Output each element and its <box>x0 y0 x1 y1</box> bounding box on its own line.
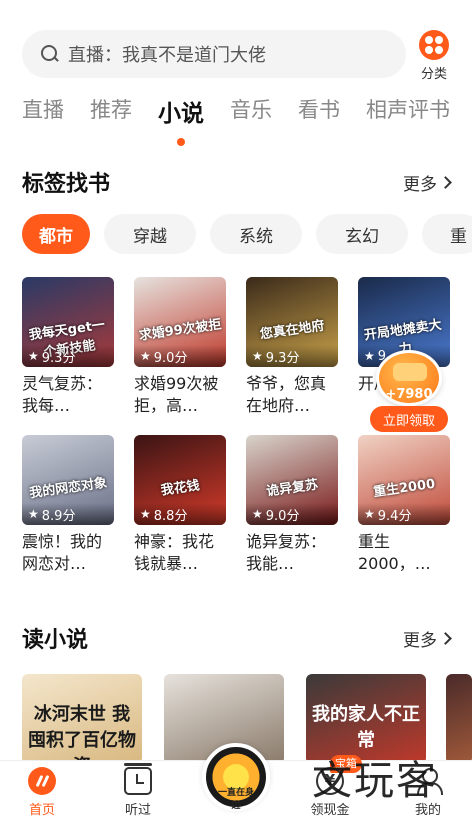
category-icon <box>419 30 449 60</box>
book-card[interactable]: 我的网恋对象 ★ 8.9分 震惊！我的网恋对… <box>22 435 114 575</box>
chip-rebirth[interactable]: 重 <box>422 214 472 254</box>
rating-value: 9.3分 <box>41 350 76 366</box>
rating-value: 8.8分 <box>153 508 188 524</box>
book-cover: 重生2000 ★ 9.4分 <box>358 435 450 525</box>
category-label: 分类 <box>420 67 447 82</box>
book-cover: 您真在地府 ★ 9.3分 <box>246 277 338 367</box>
history-icon <box>124 763 152 795</box>
rating-value: 9.4分 <box>377 508 412 524</box>
coin-wave <box>393 363 427 381</box>
tab-read-books[interactable]: 看书 <box>298 94 340 134</box>
nav-home-label: 首页 <box>28 803 55 818</box>
search-row: 直播：我真不是道门大佬 分类 <box>0 28 472 84</box>
star-icon: ★ <box>252 349 263 363</box>
book-cover: 我的网恋对象 ★ 8.9分 <box>22 435 114 525</box>
book-rating: ★ 8.8分 <box>134 503 226 525</box>
home-icon <box>28 767 56 795</box>
book-rating: ★ 9.4分 <box>358 503 450 525</box>
active-tab-indicator <box>177 138 185 146</box>
reward-promo[interactable]: +7980 立即领取 <box>368 350 450 434</box>
book-title: 灵气复苏：我每… <box>22 374 103 415</box>
star-icon: ★ <box>364 507 375 521</box>
tab-live[interactable]: 直播 <box>22 94 64 134</box>
nav-history[interactable]: 听过 <box>108 763 168 818</box>
star-icon: ★ <box>28 507 39 521</box>
watermark: 文玩客 <box>312 758 438 804</box>
book-title: 求婚99次被拒，高… <box>134 374 219 415</box>
chevron-right-icon <box>439 176 452 189</box>
book-cover: 求婚99次被拒 ★ 9.0分 <box>134 277 226 367</box>
novel-cover-title: 冰河末世 我囤积了百亿物资 <box>28 704 136 764</box>
chip-time-travel[interactable]: 穿越 <box>104 214 196 254</box>
tag-more-label: 更多 <box>403 175 437 195</box>
book-card[interactable]: 诡异复苏 ★ 9.0分 诡异复苏：我能… <box>246 435 338 575</box>
book-title: 重生2000，… <box>358 532 431 573</box>
book-title: 爷爷，您真在地府… <box>246 374 327 415</box>
novel-cover[interactable]: 冰河末世 我囤积了百亿物资 <box>22 674 142 764</box>
tab-recommend[interactable]: 推荐 <box>90 94 132 134</box>
chip-fantasy[interactable]: 玄幻 <box>316 214 408 254</box>
star-icon: ★ <box>140 507 151 521</box>
book-rating: ★ 9.0分 <box>246 503 338 525</box>
book-title: 诡异复苏：我能… <box>246 532 327 573</box>
nav-home[interactable]: 首页 <box>12 767 72 818</box>
player-disc-button[interactable]: 一直在身边 <box>202 743 270 811</box>
book-card[interactable]: 求婚99次被拒 ★ 9.0分 求婚99次被拒，高… <box>134 277 226 417</box>
star-icon: ★ <box>252 507 263 521</box>
search-query: 直播：我真不是道门大佬 <box>68 45 266 66</box>
claim-button[interactable]: 立即领取 <box>370 406 448 432</box>
tag-more-link[interactable]: 更多 <box>403 170 452 195</box>
tag-section-title: 标签找书 <box>22 172 111 197</box>
read-more-label: 更多 <box>403 631 437 651</box>
tab-novel-label: 小说 <box>158 101 204 127</box>
chip-urban[interactable]: 都市 <box>22 214 90 254</box>
book-card[interactable]: 您真在地府 ★ 9.3分 爷爷，您真在地府… <box>246 277 338 417</box>
rating-value: 9.0分 <box>153 350 188 366</box>
star-icon: ★ <box>140 349 151 363</box>
chevron-right-icon <box>439 632 452 645</box>
book-card[interactable]: 重生2000 ★ 9.4分 重生2000，… <box>358 435 450 575</box>
search-input[interactable]: 直播：我真不是道门大佬 <box>22 30 406 78</box>
book-rating: ★ 9.3分 <box>22 345 114 367</box>
read-section-title: 读小说 <box>22 628 89 653</box>
read-more-link[interactable]: 更多 <box>403 626 452 651</box>
book-cover: 我花钱 ★ 8.8分 <box>134 435 226 525</box>
book-card[interactable]: 我花钱 ★ 8.8分 神豪：我花钱就暴… <box>134 435 226 575</box>
tag-chips: 都市 穿越 系统 玄幻 重 <box>22 214 472 254</box>
book-rating: ★ 8.9分 <box>22 503 114 525</box>
search-icon <box>40 44 60 64</box>
book-rating: ★ 9.3分 <box>246 345 338 367</box>
tab-crosstalk[interactable]: 相声评书 <box>366 94 450 134</box>
book-card[interactable]: 我每天get一个新技能 ★ 9.3分 灵气复苏：我每… <box>22 277 114 417</box>
book-title: 震惊！我的网恋对… <box>22 532 103 573</box>
rating-value: 9.0分 <box>265 508 300 524</box>
chip-system[interactable]: 系统 <box>210 214 302 254</box>
channel-tabs: 直播 推荐 小说 音乐 看书 相声评书 <box>22 94 472 146</box>
coin-reward-icon: +7980 <box>376 350 442 406</box>
book-rating: ★ 9.0分 <box>134 345 226 367</box>
tab-novel[interactable]: 小说 <box>158 94 204 146</box>
star-icon: ★ <box>28 349 39 363</box>
book-title: 神豪：我花钱就暴… <box>134 532 215 573</box>
tab-music[interactable]: 音乐 <box>230 94 272 134</box>
rating-value: 8.9分 <box>41 508 76 524</box>
category-button[interactable]: 分类 <box>414 30 454 82</box>
novel-cover[interactable] <box>446 674 472 764</box>
rating-value: 9.3分 <box>265 350 300 366</box>
disc-text: 一直在身边 <box>217 788 254 811</box>
reward-amount: +7980 <box>385 387 433 402</box>
nav-history-label: 听过 <box>124 803 151 818</box>
novel-cover-title: 我的家人不正常 <box>312 704 420 751</box>
book-cover: 我每天get一个新技能 ★ 9.3分 <box>22 277 114 367</box>
book-cover: 诡异复苏 ★ 9.0分 <box>246 435 338 525</box>
